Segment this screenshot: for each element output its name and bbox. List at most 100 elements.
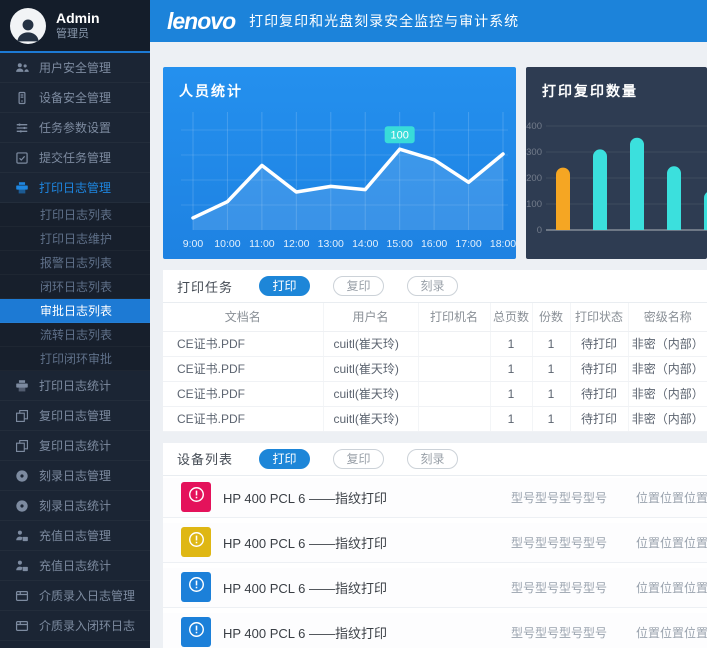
- table-cell: 1: [490, 331, 532, 356]
- recharge-icon: [15, 559, 31, 573]
- device-name: HP 400 PCL 6 ——指纹打印: [223, 578, 511, 597]
- svg-text:18:00: 18:00: [490, 238, 516, 250]
- sidebar-item-label: 刻录日志管理: [39, 467, 111, 484]
- copy-icon: [15, 439, 31, 453]
- sidebar-item[interactable]: 打印日志统计: [0, 371, 150, 401]
- table-cell: 待打印: [570, 356, 628, 381]
- sidebar-item[interactable]: 复印日志统计: [0, 431, 150, 461]
- sidebar-item[interactable]: 提交任务管理: [0, 143, 150, 173]
- submit-icon: [15, 151, 31, 165]
- device-location: 位置位置位置位置: [636, 489, 707, 506]
- svg-text:16:00: 16:00: [421, 238, 447, 250]
- table-cell: cuitl(崔天玲): [323, 381, 418, 406]
- table-row[interactable]: CE证书.PDFcuitl(崔天玲)11待打印非密（内部）: [163, 356, 707, 381]
- table-cell: 1: [532, 356, 570, 381]
- alert-icon: [187, 575, 206, 599]
- table-cell: CE证书.PDF: [163, 356, 323, 381]
- copy-icon: [15, 409, 31, 423]
- sidebar-item[interactable]: 充值日志管理: [0, 521, 150, 551]
- printer-icon: [15, 181, 31, 195]
- sidebar-subitem[interactable]: 流转日志列表: [0, 323, 150, 347]
- sidebar-item[interactable]: 充值日志统计: [0, 551, 150, 581]
- table-row[interactable]: CE证书.PDFcuitl(崔天玲)11待打印非密（内部）: [163, 381, 707, 406]
- filter-tab[interactable]: 打印: [259, 276, 310, 296]
- charts-row: 人员统计 1009:0010:0011:0012:0013:0014:0015:…: [163, 67, 707, 259]
- device-list-tabs: 打印 复印 刻录: [259, 449, 481, 469]
- sidebar-subitem[interactable]: 报警日志列表: [0, 251, 150, 275]
- svg-text:100: 100: [390, 130, 408, 142]
- table-row[interactable]: CE证书.PDFcuitl(崔天玲)11待打印非密（内部）: [163, 406, 707, 431]
- sidebar-subitem[interactable]: 闭环日志列表: [0, 275, 150, 299]
- params-icon: [15, 121, 31, 135]
- table-cell: 非密（内部）: [628, 406, 707, 431]
- sidebar-item[interactable]: 刻录日志管理: [0, 461, 150, 491]
- personnel-chart-title: 人员统计: [179, 81, 243, 101]
- sidebar-item[interactable]: 用户安全管理: [0, 53, 150, 83]
- sidebar-item-label: 介质录入闭环日志: [39, 617, 135, 634]
- device-model: 型号型号型号型号: [511, 624, 636, 641]
- svg-text:13:00: 13:00: [318, 238, 344, 250]
- device-list: HP 400 PCL 6 ——指纹打印型号型号型号型号位置位置位置位置HP 40…: [163, 476, 707, 648]
- device-status-icon: [181, 617, 211, 647]
- sidebar-item[interactable]: 介质录入闭环日志: [0, 611, 150, 641]
- filter-tab[interactable]: 复印: [333, 449, 384, 469]
- filter-tab[interactable]: 刻录: [407, 449, 458, 469]
- filter-tab[interactable]: 打印: [259, 449, 310, 469]
- disc-icon: [15, 499, 31, 513]
- sidebar-subitem[interactable]: 打印日志维护: [0, 227, 150, 251]
- user-role: 管理员: [56, 27, 100, 41]
- sidebar-subitem[interactable]: 审批日志列表: [0, 299, 150, 323]
- sidebar-item[interactable]: 复印日志管理: [0, 401, 150, 431]
- table-cell: cuitl(崔天玲): [323, 356, 418, 381]
- user-card[interactable]: Admin 管理员: [0, 0, 150, 53]
- alert-icon: [187, 485, 206, 509]
- users-icon: [15, 61, 31, 75]
- table-cell: 非密（内部）: [628, 331, 707, 356]
- table-row[interactable]: CE证书.PDFcuitl(崔天玲)11待打印非密（内部）: [163, 331, 707, 356]
- content: 人员统计 1009:0010:0011:0012:0013:0014:0015:…: [150, 42, 707, 648]
- sidebar-submenu: 打印日志列表打印日志维护报警日志列表闭环日志列表审批日志列表流转日志列表打印闭环…: [0, 203, 150, 371]
- table-cell: 1: [532, 381, 570, 406]
- bar: [556, 168, 570, 230]
- column-header: 份数: [532, 303, 570, 331]
- device-status-icon: [181, 482, 211, 512]
- sidebar-item-label: 提交任务管理: [39, 149, 111, 166]
- bar: [593, 149, 607, 230]
- svg-text:0: 0: [537, 225, 542, 236]
- sidebar-item[interactable]: 任务参数设置: [0, 113, 150, 143]
- sidebar-item-label: 充值日志统计: [39, 557, 111, 574]
- device-status-icon: [181, 572, 211, 602]
- table-cell: [418, 331, 490, 356]
- sidebar-subitem[interactable]: 打印闭环审批: [0, 347, 150, 371]
- filter-tab[interactable]: 复印: [333, 276, 384, 296]
- sidebar-item-label: 打印日志统计: [39, 377, 111, 394]
- table-cell: 1: [490, 406, 532, 431]
- recharge-icon: [15, 529, 31, 543]
- table-cell: 待打印: [570, 381, 628, 406]
- media-icon: [15, 589, 31, 603]
- sidebar-item[interactable]: 刻录日志统计: [0, 491, 150, 521]
- device-location: 位置位置位置位置: [636, 534, 707, 551]
- device-row[interactable]: HP 400 PCL 6 ——指纹打印型号型号型号型号位置位置位置位置: [163, 478, 707, 518]
- column-header: 打印状态: [570, 303, 628, 331]
- svg-text:14:00: 14:00: [352, 238, 378, 250]
- table-cell: [418, 406, 490, 431]
- sidebar-item-label: 复印日志统计: [39, 437, 111, 454]
- svg-text:200: 200: [526, 173, 542, 184]
- device-row[interactable]: HP 400 PCL 6 ——指纹打印型号型号型号型号位置位置位置位置: [163, 613, 707, 648]
- sidebar-item[interactable]: 打印日志管理: [0, 173, 150, 203]
- table-cell: [418, 381, 490, 406]
- device-row[interactable]: HP 400 PCL 6 ——指纹打印型号型号型号型号位置位置位置位置: [163, 568, 707, 608]
- sidebar-item[interactable]: 设备安全管理: [0, 83, 150, 113]
- table-cell: cuitl(崔天玲): [323, 406, 418, 431]
- sidebar-item[interactable]: 介质录入日志管理: [0, 581, 150, 611]
- user-meta: Admin 管理员: [56, 10, 100, 41]
- device-name: HP 400 PCL 6 ——指纹打印: [223, 623, 511, 642]
- filter-tab[interactable]: 刻录: [407, 276, 458, 296]
- device-model: 型号型号型号型号: [511, 579, 636, 596]
- sidebar-subitem[interactable]: 打印日志列表: [0, 203, 150, 227]
- table-cell: 非密（内部）: [628, 356, 707, 381]
- device-row[interactable]: HP 400 PCL 6 ——指纹打印型号型号型号型号位置位置位置位置: [163, 523, 707, 563]
- page-title: 打印复印和光盘刻录安全监控与审计系统: [249, 11, 519, 31]
- device-status-icon: [181, 527, 211, 557]
